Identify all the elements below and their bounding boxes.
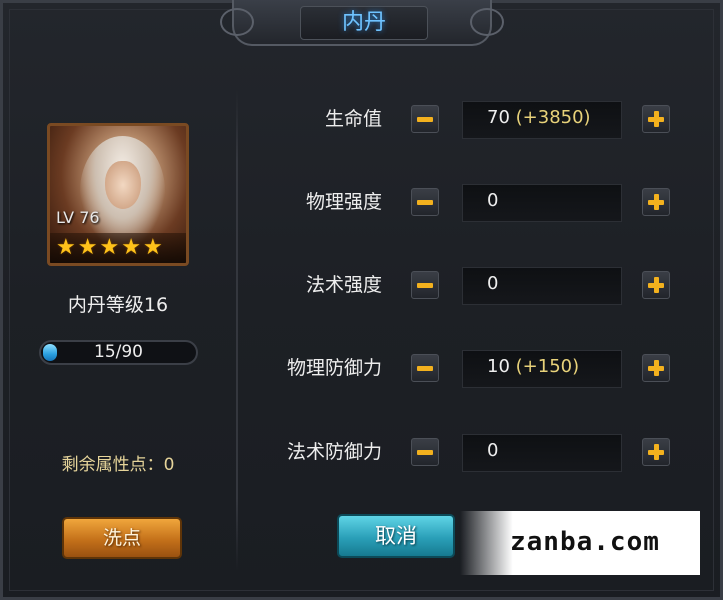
attribute-base: 10 xyxy=(487,356,510,377)
plus-button[interactable] xyxy=(642,105,670,133)
plus-button[interactable] xyxy=(642,188,670,216)
attribute-base: 0 xyxy=(487,273,499,294)
watermark-text: zanba.com xyxy=(510,527,660,557)
attribute-bonus: (+3850) xyxy=(515,107,591,128)
minus-button[interactable] xyxy=(411,438,439,466)
attribute-value: 0 xyxy=(462,184,622,222)
attribute-value: 10 (+150) xyxy=(462,350,622,388)
star-icon: ★ xyxy=(77,235,98,260)
hero-level: LV 76 xyxy=(56,208,100,227)
reset-points-button[interactable]: 洗点 xyxy=(62,517,182,559)
attribute-value: 0 xyxy=(462,434,622,472)
attribute-value: 70 (+3850) xyxy=(462,101,622,139)
attribute-bonus: (+150) xyxy=(515,356,580,377)
cancel-button[interactable]: 取消 xyxy=(337,514,455,558)
attribute-row-hp: 生命值 70 (+3850) xyxy=(240,101,710,141)
page-title: 内丹 xyxy=(300,6,428,40)
star-icon: ★ xyxy=(121,235,141,260)
attribute-label: 物理强度 xyxy=(305,191,382,213)
neidan-level-label: 内丹等级16 xyxy=(67,294,169,316)
attribute-row-physical-defense: 物理防御力 10 (+150) xyxy=(240,350,710,390)
minus-button[interactable] xyxy=(411,271,439,299)
attribute-label: 生命值 xyxy=(324,108,382,130)
attribute-label: 法术强度 xyxy=(305,274,382,296)
plus-button[interactable] xyxy=(642,354,670,382)
minus-button[interactable] xyxy=(411,354,439,382)
attribute-value: 0 xyxy=(462,267,622,305)
attribute-row-physical-strength: 物理强度 0 xyxy=(240,184,710,224)
star-icon: ★ xyxy=(99,235,120,260)
xp-progress-text: 15/90 xyxy=(94,342,143,362)
attribute-base: 0 xyxy=(487,190,499,211)
attribute-label: 法术防御力 xyxy=(286,441,382,463)
attribute-row-magic-defense: 法术防御力 0 xyxy=(240,434,710,474)
minus-button[interactable] xyxy=(411,188,439,216)
column-divider xyxy=(236,90,238,570)
attribute-base: 0 xyxy=(487,440,499,461)
xp-progress-bar: 15/90 xyxy=(39,340,198,365)
portrait-face xyxy=(105,161,141,209)
attribute-label: 物理防御力 xyxy=(286,357,382,379)
watermark: zanba.com xyxy=(460,511,700,575)
remaining-points: 剩余属性点：0 xyxy=(61,455,175,475)
title-plate: 内丹 xyxy=(220,0,504,46)
star-icon: ★ xyxy=(56,235,76,260)
attribute-row-magic-strength: 法术强度 0 xyxy=(240,267,710,307)
hero-portrait[interactable]: LV 76 ★ ★ ★ ★ ★ xyxy=(47,123,189,266)
star-icon: ★ xyxy=(142,235,163,260)
attribute-base: 70 xyxy=(487,107,510,128)
plus-button[interactable] xyxy=(642,271,670,299)
minus-button[interactable] xyxy=(411,105,439,133)
plus-button[interactable] xyxy=(642,438,670,466)
star-rating: ★ ★ ★ ★ ★ xyxy=(50,233,186,263)
